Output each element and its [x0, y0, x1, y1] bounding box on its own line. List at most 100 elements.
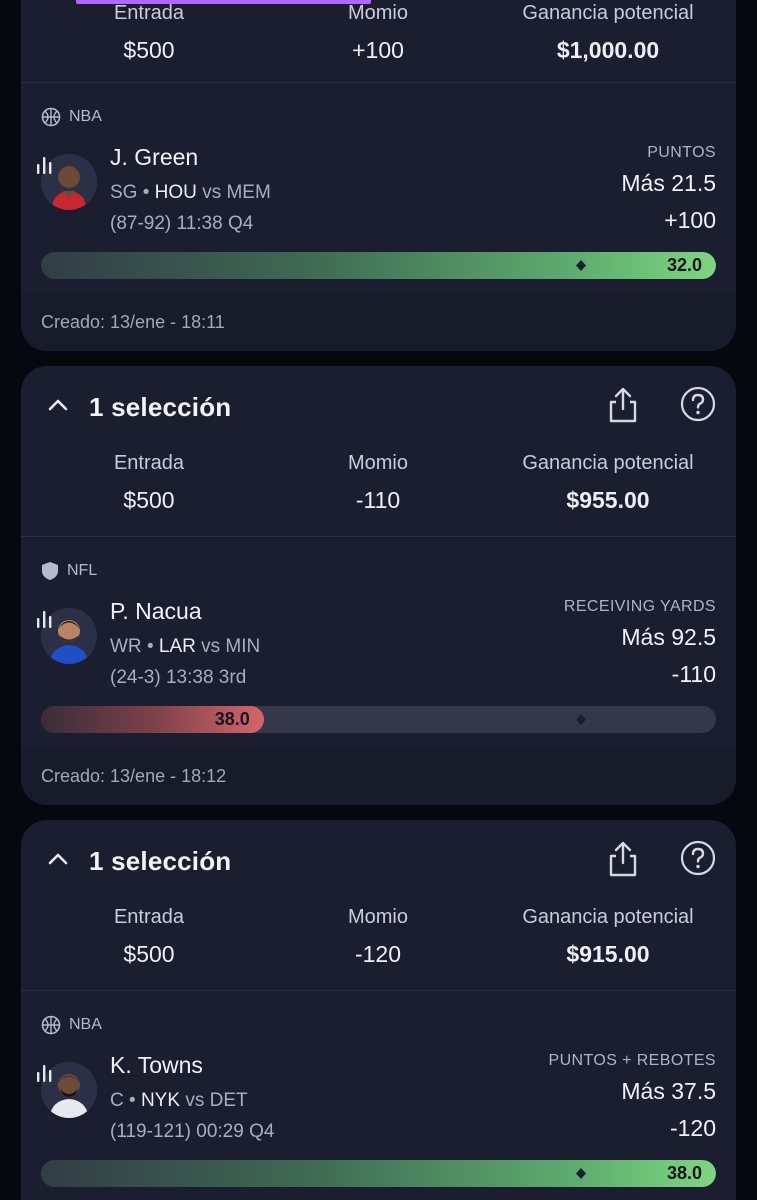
chevron-up-icon[interactable] — [47, 848, 69, 870]
chevron-up-icon[interactable] — [47, 394, 69, 416]
payout-label: Ganancia potencial — [522, 906, 694, 928]
player-name: K. Towns — [110, 1052, 203, 1078]
market-odds: +100 — [664, 207, 716, 233]
market-type: PUNTOS + REBOTES — [548, 1052, 716, 1069]
market-type: RECEIVING YARDS — [563, 598, 716, 615]
game-clock: 13:38 3rd — [165, 667, 247, 688]
odds-label: Momio — [347, 452, 408, 474]
payout-label: Ganancia potencial — [522, 2, 694, 24]
bar-chart-icon[interactable] — [35, 154, 57, 176]
market-info: PUNTOS + REBOTES Más 37.5 -120 — [549, 1052, 716, 1142]
selection-count: 1 selección — [89, 392, 232, 422]
payout-value: $955.00 — [566, 487, 650, 513]
bar-chart-icon[interactable] — [35, 608, 57, 630]
progress-value: 38.0 — [666, 1163, 702, 1183]
share-icon[interactable] — [607, 840, 639, 878]
player-row[interactable]: K. Towns C • NYK vs DET (119-121) 00:29 … — [21, 1052, 736, 1172]
market-line: Más 92.5 — [621, 624, 716, 650]
bet-card: 1 selección Entrada $500 Momio -110 Gana… — [21, 366, 736, 805]
divider — [21, 536, 736, 537]
payout-stat: Ganancia potencial $955.00 — [488, 452, 728, 514]
payout-value: $1,000.00 — [556, 37, 660, 63]
league-tag: NBA — [41, 1013, 102, 1037]
target-marker — [576, 714, 586, 725]
selection-header[interactable]: 1 selección — [21, 820, 736, 904]
vs-label: vs — [201, 636, 221, 657]
game-score: (87-92) — [110, 213, 172, 234]
player-matchup: SG • HOU vs MEM — [110, 182, 271, 203]
divider — [21, 990, 736, 991]
odds-label: Momio — [347, 906, 408, 928]
progress-bar: 32.0 — [41, 252, 716, 279]
market-info: RECEIVING YARDS Más 92.5 -110 — [564, 598, 716, 688]
bet-stats: Entrada $500 Momio -110 Ganancia potenci… — [21, 452, 736, 542]
entry-value: $500 — [123, 941, 175, 967]
odds-stat: Momio -120 — [298, 906, 458, 968]
shield-icon — [42, 562, 58, 580]
share-icon[interactable] — [607, 386, 639, 424]
game-clock: 11:38 Q4 — [176, 213, 254, 234]
help-circle-icon[interactable] — [680, 386, 716, 422]
vs-label: vs — [202, 182, 222, 203]
selection-count: 1 selección — [89, 846, 232, 876]
odds-stat: Momio -110 — [298, 452, 458, 514]
payout-stat: Ganancia potencial $1,000.00 — [488, 2, 728, 64]
market-info: PUNTOS Más 21.5 +100 — [621, 144, 716, 234]
progress-bar: 38.0 — [41, 706, 716, 733]
entry-value: $500 — [123, 487, 175, 513]
league-tag: NBA — [41, 105, 102, 129]
player-name: P. Nacua — [110, 598, 202, 624]
odds-value: +100 — [352, 37, 404, 63]
payout-value: $915.00 — [566, 941, 650, 967]
opponent-team: MIN — [225, 636, 261, 657]
entry-label: Entrada — [113, 906, 185, 928]
game-status: (87-92) 11:38 Q4 — [110, 213, 253, 235]
opponent-team: MEM — [226, 182, 271, 203]
created-date: Creado: 13/ene - 18:12 — [41, 766, 227, 786]
selection-header[interactable]: 1 selección — [21, 366, 736, 450]
game-score: (119-121) — [110, 1121, 191, 1142]
odds-value: -120 — [354, 941, 402, 967]
game-clock: 00:29 Q4 — [196, 1121, 275, 1142]
player-row[interactable]: P. Nacua WR • LAR vs MIN (24-3) 13:38 3r… — [21, 598, 736, 718]
player-name: J. Green — [110, 144, 199, 170]
opponent-team: DET — [209, 1090, 248, 1111]
basketball-icon — [41, 107, 61, 127]
progress-bar: 38.0 — [41, 1160, 716, 1187]
player-matchup: C • NYK vs DET — [110, 1090, 248, 1111]
market-odds: -110 — [671, 661, 716, 687]
bar-chart-icon[interactable] — [35, 1062, 57, 1084]
entry-stat: Entrada $500 — [69, 2, 229, 64]
target-marker — [576, 1168, 586, 1179]
entry-stat: Entrada $500 — [69, 906, 229, 968]
player-team: LAR — [158, 636, 196, 657]
player-team: HOU — [154, 182, 197, 203]
game-score: (24-3) — [110, 667, 161, 688]
payout-label: Ganancia potencial — [522, 452, 694, 474]
game-status: (119-121) 00:29 Q4 — [110, 1121, 274, 1143]
entry-label: Entrada — [113, 2, 185, 24]
created-date: Creado: 13/ene - 18:11 — [41, 312, 225, 332]
bet-card: Entrada $500 Momio +100 Ganancia potenci… — [21, 0, 736, 351]
target-marker — [576, 260, 586, 271]
entry-label: Entrada — [113, 452, 185, 474]
league-tag: NFL — [41, 559, 97, 583]
card-footer: Creado: 13/ene - 18:11 — [21, 294, 736, 351]
progress-fill: 38.0 — [41, 706, 264, 733]
progress-value: 32.0 — [666, 255, 702, 275]
help-circle-icon[interactable] — [680, 840, 716, 876]
bet-history-page: Entrada $500 Momio +100 Ganancia potenci… — [0, 0, 757, 1200]
bet-card: 1 selección Entrada $500 Momio -120 Gana… — [21, 820, 736, 1200]
league-name: NFL — [67, 562, 98, 579]
entry-stat: Entrada $500 — [69, 452, 229, 514]
odds-label: Momio — [347, 2, 408, 24]
player-position: C — [110, 1090, 124, 1111]
player-matchup: WR • LAR vs MIN — [110, 636, 261, 657]
progress-value: 38.0 — [214, 709, 250, 729]
payout-stat: Ganancia potencial $915.00 — [488, 906, 728, 968]
vs-label: vs — [185, 1090, 205, 1111]
divider — [21, 82, 736, 83]
player-position: WR — [110, 636, 142, 657]
league-name: NBA — [69, 108, 102, 125]
player-row[interactable]: J. Green SG • HOU vs MEM (87-92) 11:38 Q… — [21, 144, 736, 264]
